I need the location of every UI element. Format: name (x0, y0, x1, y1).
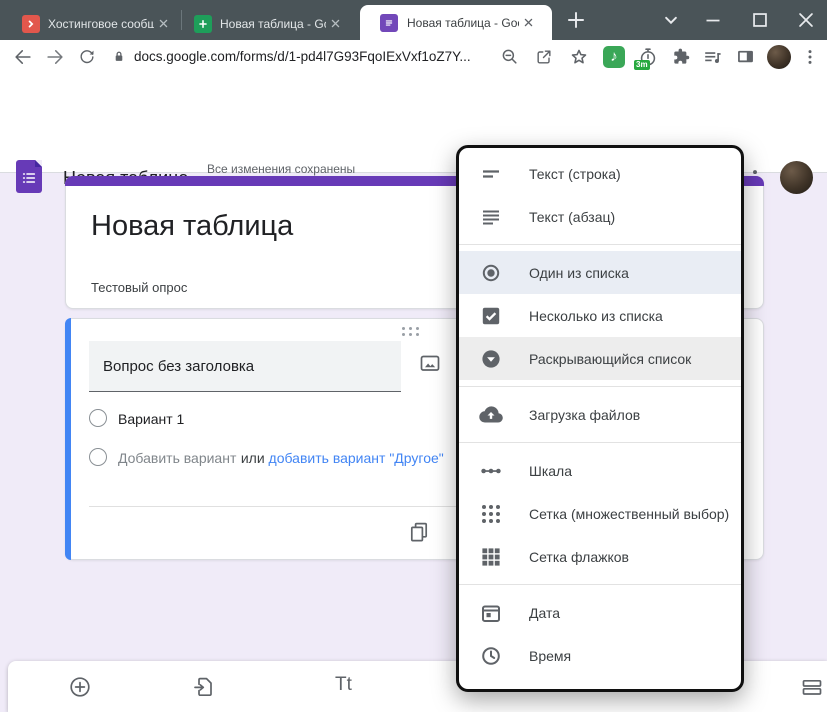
menu-item-short-text[interactable]: Текст (строка) (459, 152, 741, 195)
tab-close-icon[interactable] (521, 15, 536, 30)
minimize-button[interactable] (700, 7, 726, 33)
tab-close-icon[interactable] (328, 16, 343, 31)
lock-icon (110, 48, 128, 66)
extensions-puzzle-icon[interactable] (670, 46, 691, 67)
add-image-icon[interactable] (418, 351, 442, 375)
browser-tab-active[interactable]: Новая таблица - Goog (360, 5, 552, 40)
add-option-radio (89, 448, 107, 466)
maximize-button[interactable] (747, 7, 773, 33)
form-title[interactable]: Новая таблица (91, 210, 293, 243)
date-icon (479, 601, 503, 625)
close-window-button[interactable] (793, 7, 819, 33)
browser-window: Хостинговое сообщес Новая таблица - Goog… (0, 0, 827, 712)
tab-title: Новая таблица - Goog (407, 16, 519, 30)
menu-item-checkbox-grid[interactable]: Сетка флажков (459, 535, 741, 578)
share-icon[interactable] (534, 47, 554, 67)
sheets-favicon (194, 15, 212, 33)
menu-item-multiple-choice[interactable]: Один из списка (459, 251, 741, 294)
menu-item-paragraph[interactable]: Текст (абзац) (459, 195, 741, 238)
multiple-choice-grid-icon (479, 502, 503, 526)
browser-tab-2[interactable]: Новая таблица - Goog (186, 7, 352, 40)
sidebar-icon[interactable] (735, 46, 756, 67)
option-radio[interactable] (89, 409, 107, 427)
or-text: или (241, 450, 269, 466)
menu-item-time[interactable]: Время (459, 634, 741, 677)
profile-avatar[interactable] (767, 45, 791, 69)
checkbox-grid-icon (479, 545, 503, 569)
checkbox-checked-icon (479, 304, 503, 328)
add-question-icon[interactable] (68, 675, 92, 699)
selected-question-indicator (65, 318, 71, 560)
add-option-text[interactable]: Добавить вариант (118, 450, 236, 466)
browser-menu-icon[interactable] (800, 47, 820, 67)
form-description[interactable]: Тестовый опрос (91, 280, 187, 295)
menu-divider (459, 442, 741, 443)
tab-title: Новая таблица - Goog (220, 17, 326, 31)
question-title-text: Вопрос без заголовка (103, 358, 254, 375)
radio-checked-icon (479, 261, 503, 285)
back-icon[interactable] (12, 46, 34, 68)
cloud-upload-icon (479, 403, 503, 427)
url-text[interactable]: docs.google.com/forms/d/1-pd4l7G93FqoIEx… (134, 49, 499, 64)
question-type-menu: Текст (строка) Текст (абзац) Один из спи… (456, 145, 744, 692)
option-label[interactable]: Вариант 1 (118, 411, 184, 427)
menu-item-multiple-choice-grid[interactable]: Сетка (множественный выбор) (459, 492, 741, 535)
import-questions-icon[interactable] (192, 675, 216, 699)
short-text-icon (479, 162, 503, 186)
time-icon (479, 644, 503, 668)
music-extension-icon[interactable]: ♪ (603, 46, 625, 68)
menu-divider (459, 386, 741, 387)
menu-item-checkboxes[interactable]: Несколько из списка (459, 294, 741, 337)
add-other-link[interactable]: добавить вариант "Другое" (269, 450, 444, 466)
paragraph-text-icon (479, 205, 503, 229)
forms-logo-icon (16, 160, 42, 193)
new-tab-button[interactable] (563, 7, 589, 33)
reload-icon[interactable] (77, 47, 97, 67)
drag-handle[interactable] (402, 327, 419, 336)
timer-badge: 3m (634, 60, 650, 70)
menu-divider (459, 244, 741, 245)
menu-item-dropdown[interactable]: Раскрывающийся список (459, 337, 741, 380)
menu-item-date[interactable]: Дата (459, 591, 741, 634)
menu-divider (459, 584, 741, 585)
star-icon[interactable] (568, 46, 590, 68)
tab-close-icon[interactable] (156, 16, 171, 31)
chevron-down-icon[interactable] (658, 7, 684, 33)
tab-separator (181, 10, 182, 30)
add-title-icon[interactable]: Tt (335, 674, 352, 696)
question-title-input[interactable]: Вопрос без заголовка (89, 341, 401, 392)
menu-item-file-upload[interactable]: Загрузка файлов (459, 393, 741, 436)
forms-favicon (380, 14, 398, 32)
menu-item-linear-scale[interactable]: Шкала (459, 449, 741, 492)
browser-tab-1[interactable]: Хостинговое сообщес (12, 7, 178, 40)
zoom-out-icon[interactable] (499, 46, 520, 67)
tab-title: Хостинговое сообщес (48, 17, 154, 31)
account-avatar[interactable] (780, 161, 813, 194)
add-option-row: Добавить вариант или добавить вариант "Д… (118, 450, 444, 468)
timer-extension-icon[interactable]: 3m (637, 46, 659, 68)
linear-scale-icon (479, 459, 503, 483)
forward-icon[interactable] (44, 46, 66, 68)
duplicate-icon[interactable] (407, 519, 431, 543)
dropdown-circle-icon (479, 347, 503, 371)
browser-tab-strip: Хостинговое сообщес Новая таблица - Goog… (0, 0, 827, 40)
hosting-favicon (22, 15, 40, 33)
playlist-extension-icon[interactable] (702, 46, 724, 68)
address-bar: docs.google.com/forms/d/1-pd4l7G93FqoIEx… (0, 40, 827, 74)
add-section-icon[interactable] (800, 675, 824, 699)
